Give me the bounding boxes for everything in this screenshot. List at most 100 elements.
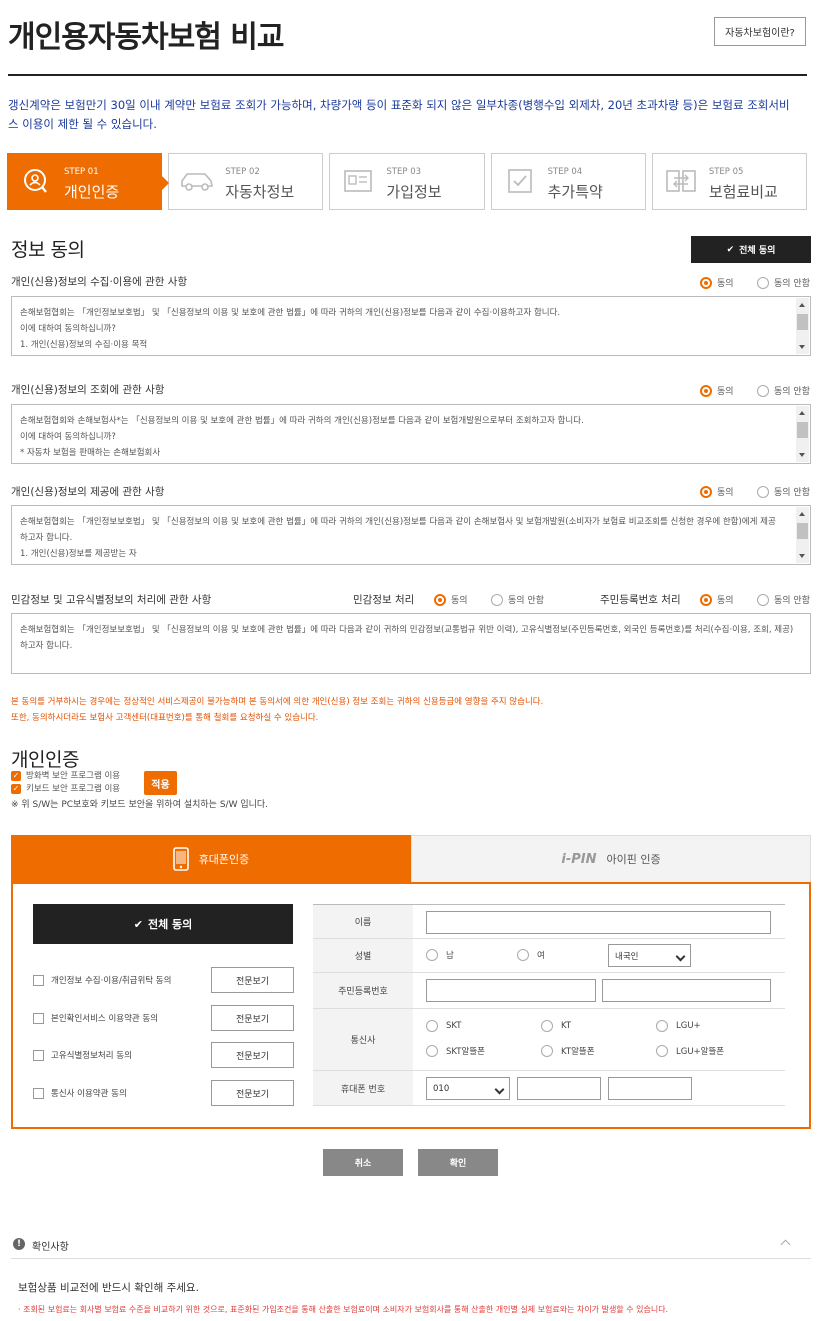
view-full-button[interactable]: 전문보기 — [211, 967, 294, 993]
agreement-item[interactable]: 본인확인서비스 이용약관 동의 — [33, 1012, 158, 1024]
consent-collect-text[interactable]: 손해보험협회는 「개인정보보호법」 및 「신용정보의 이용 및 보호에 관한 법… — [11, 296, 811, 356]
female-radio[interactable]: 여 — [517, 949, 545, 961]
firewall-program-checkbox[interactable]: ✓ 방화벽 보안 프로그램 이용 — [11, 770, 120, 783]
security-programs: ✓ 방화벽 보안 프로그램 이용 ✓ 키보드 보안 프로그램 이용 — [11, 770, 120, 796]
view-full-button[interactable]: 전문보기 — [211, 1042, 294, 1068]
agreement-item[interactable]: 개인정보 수집·이용/취급위탁 동의 — [33, 974, 171, 986]
page-title: 개인용자동차보험 비교 — [8, 20, 284, 55]
step-3: STEP 03 가입정보 — [329, 153, 485, 210]
rrn-front-input[interactable] — [426, 979, 596, 1002]
phone-middle-input[interactable] — [517, 1077, 601, 1100]
check-items-header[interactable]: ! 확인사항 — [11, 1231, 811, 1259]
agreement-checkbox — [33, 974, 44, 986]
agree-all-label: 전체 동의 — [739, 246, 776, 256]
agree-all-button[interactable]: ✔ 전체 동의 — [691, 236, 811, 263]
agreement-item[interactable]: 고유식별정보처리 동의 — [33, 1049, 132, 1061]
compare-icon — [666, 170, 696, 192]
rrn-agree-radio[interactable]: 동의 — [700, 593, 734, 606]
title-divider — [8, 74, 807, 76]
step-1: STEP 01 개인인증 — [7, 153, 170, 210]
phone-row: 휴대폰 번호 010 — [313, 1071, 785, 1106]
cancel-button[interactable]: 취소 — [323, 1149, 403, 1176]
consent-collect-agree-radio[interactable]: 동의 — [700, 276, 734, 289]
check-items-text: 보험상품 비교전에 반드시 확인해 주세요. — [18, 1282, 199, 1294]
check-items-title: 확인사항 — [32, 1242, 69, 1253]
consent-inquiry-label: 개인(신용)정보의 조회에 관한 사항 — [11, 384, 165, 396]
car-insurance-info-button[interactable]: 자동차보험이란? — [714, 17, 806, 46]
mobile-phone-icon — [172, 847, 189, 871]
agreement-item[interactable]: 통신사 이용약관 동의 — [33, 1087, 127, 1099]
carrier-radio[interactable]: LGU+ — [656, 1020, 701, 1032]
agreement-checkbox — [33, 1049, 44, 1061]
carrier-radio[interactable]: SKT — [426, 1020, 462, 1032]
step-number: STEP 01 — [64, 167, 99, 177]
consent-provide-text[interactable]: 손해보험협회는 「개인정보보호법」 및 「신용정보의 이용 및 보호에 관한 법… — [11, 505, 811, 565]
step-number: STEP 02 — [225, 167, 260, 177]
carrier-radio[interactable]: KT — [541, 1020, 571, 1032]
phone-label: 휴대폰 번호 — [313, 1071, 413, 1105]
sensitive-disagree-radio[interactable]: 동의 안함 — [491, 593, 544, 606]
sw-note: ※ 위 S/W는 PC보호와 키보드 보안을 위하여 설치하는 S/W 입니다. — [11, 800, 269, 810]
check-items-note: · 조회된 보험료는 회사별 보험료 수준을 비교하기 위한 것으로, 표준화된… — [18, 1305, 669, 1314]
step-2: STEP 02 자동차정보 — [168, 153, 324, 210]
male-radio[interactable]: 남 — [426, 949, 454, 961]
chevron-up-icon[interactable] — [780, 1239, 791, 1250]
confirm-button[interactable]: 확인 — [418, 1149, 498, 1176]
consent-warning: 본 동의를 거부하시는 경우에는 정상적인 서비스제공이 불가능하며 본 동의서… — [11, 697, 544, 723]
keyboard-program-checkbox[interactable]: ✓ 키보드 보안 프로그램 이용 — [11, 783, 120, 796]
carrier-radio[interactable]: LGU+알뜰폰 — [656, 1045, 724, 1057]
phone-last-input[interactable] — [608, 1077, 692, 1100]
carrier-label: 통신사 — [313, 1009, 413, 1070]
carrier-row: 통신사 SKT KT LGU+ SKT알뜰폰 KT알뜰폰 LGU+알뜰폰 — [313, 1009, 785, 1071]
ipin-logo: i-PIN — [561, 851, 597, 867]
scrollbar[interactable] — [796, 298, 809, 354]
apply-button[interactable]: 적용 — [144, 771, 177, 795]
rrn-disagree-radio[interactable]: 동의 안함 — [757, 593, 810, 606]
rrn-processing-label: 주민등록번호 처리 — [600, 594, 681, 606]
gender-row: 성별 남 여 내국인 — [313, 939, 785, 973]
scrollbar[interactable] — [796, 406, 809, 462]
step-label: 자동차정보 — [225, 183, 295, 201]
name-label: 이름 — [313, 905, 413, 938]
checkmark-icon: ✓ — [11, 770, 21, 781]
agreement-checkbox — [33, 1012, 44, 1024]
sensitive-processing-label: 민감정보 처리 — [353, 594, 415, 606]
nationality-select[interactable]: 내국인 — [608, 944, 691, 967]
step-indicator: STEP 01 개인인증 STEP 02 자동차정보 STEP 03 가입정보 … — [7, 153, 808, 210]
phone-prefix-select[interactable]: 010 — [426, 1077, 510, 1100]
consent-sensitive-text[interactable]: 손해보험협회는 「개인정보보호법」 및 「신용정보의 이용 및 보호에 관한 법… — [11, 613, 811, 674]
auth-title: 개인인증 — [11, 749, 79, 771]
rrn-back-input[interactable] — [602, 979, 771, 1002]
view-full-button[interactable]: 전문보기 — [211, 1005, 294, 1031]
view-full-button[interactable]: 전문보기 — [211, 1080, 294, 1106]
info-icon: ! — [13, 1238, 25, 1250]
identity-form: 이름 성별 남 여 내국인 주민등록번호 통신사 SKT KT LGU+ SKT… — [313, 904, 785, 1106]
name-row: 이름 — [313, 905, 785, 939]
consent-inquiry-agree-radio[interactable]: 동의 — [700, 384, 734, 397]
chevron-down-icon — [675, 951, 686, 962]
tab-ipin-auth[interactable]: i-PIN 아이핀 인증 — [411, 835, 811, 883]
renewal-notice: 갱신계약은 보험만기 30일 이내 계약만 보험료 조회가 가능하며, 차량가액… — [8, 98, 790, 131]
agreement-checkbox — [33, 1087, 44, 1099]
rrn-row: 주민등록번호 — [313, 973, 785, 1009]
consent-provide-label: 개인(신용)정보의 제공에 관한 사항 — [11, 486, 165, 498]
consent-provide-disagree-radio[interactable]: 동의 안함 — [757, 485, 810, 498]
consent-inquiry-disagree-radio[interactable]: 동의 안함 — [757, 384, 810, 397]
scrollbar[interactable] — [796, 507, 809, 563]
auth-agree-all-button[interactable]: ✔ 전체 동의 — [33, 904, 293, 944]
consent-collect-label: 개인(신용)정보의 수집·이용에 관한 사항 — [11, 276, 188, 288]
consent-collect-disagree-radio[interactable]: 동의 안함 — [757, 276, 810, 289]
consent-sensitive-label: 민감정보 및 고유식별정보의 처리에 관한 사항 — [11, 594, 212, 606]
name-input[interactable] — [426, 911, 771, 934]
consent-title: 정보 동의 — [11, 239, 85, 261]
carrier-radio[interactable]: SKT알뜰폰 — [426, 1045, 485, 1057]
carrier-radio[interactable]: KT알뜰폰 — [541, 1045, 595, 1057]
consent-inquiry-text[interactable]: 손해보험협회와 손해보험사*는 「신용정보의 이용 및 보호에 관한 법률」에 … — [11, 404, 811, 464]
consent-provide-agree-radio[interactable]: 동의 — [700, 485, 734, 498]
check-icon: ✔ — [133, 917, 143, 931]
step-label: 보험료비교 — [708, 183, 778, 201]
sensitive-agree-radio[interactable]: 동의 — [434, 593, 468, 606]
step-label: 개인인증 — [64, 183, 120, 201]
step-number: STEP 03 — [386, 167, 422, 177]
tab-phone-auth[interactable]: 휴대폰인증 — [11, 835, 411, 883]
